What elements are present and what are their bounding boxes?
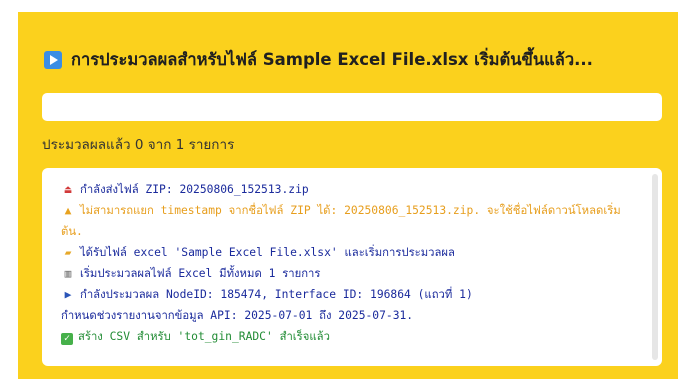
title-text: การประมวลผลสำหรับไฟล์ Sample Excel File.… [71,50,593,69]
log-line: ▶ กำลังประมวลผล NodeID: 185474, Interface… [61,284,640,305]
log-line-text: ไม่สามารถแยก timestamp จากชื่อไฟล์ ZIP ไ… [61,204,621,238]
log-line-text: กำลังส่งไฟล์ ZIP: 20250806_152513.zip [80,183,309,196]
log-line: ▥ เริ่มประมวลผลไฟล์ Excel มีทั้งหมด 1 ราย… [61,263,640,284]
log-output[interactable]: ⏏ กำลังส่งไฟล์ ZIP: 20250806_152513.zip ▲ ไ… [42,168,662,366]
play-icon: ▶ [64,288,72,301]
play-button-icon [44,51,62,69]
bar-chart-icon: ▥ [64,267,72,280]
warning-icon: ▲ [64,204,72,217]
progress-bar [42,93,662,121]
processing-panel: การประมวลผลสำหรับไฟล์ Sample Excel File.… [18,12,678,379]
log-line: ▰ ได้รับไฟล์ excel 'Sample Excel File.xls… [61,242,640,263]
upload-icon: ⏏ [64,183,72,196]
log-line-text: กำหนดช่วงรายงานจากข้อมูล API: 2025-07-01… [61,309,414,322]
log-line: ⏏ กำลังส่งไฟล์ ZIP: 20250806_152513.zip [61,179,640,200]
progress-status-text: ประมวลผลแล้ว 0 จาก 1 รายการ [42,137,235,153]
folder-icon: ▰ [64,246,72,259]
page-title: การประมวลผลสำหรับไฟล์ Sample Excel File.… [44,47,593,73]
check-icon: ✓ [61,333,73,345]
log-line: ▲ ไม่สามารถแยก timestamp จากชื่อไฟล์ ZIP … [61,200,640,242]
log-scrollbar[interactable] [652,174,658,360]
log-lines: ⏏ กำลังส่งไฟล์ ZIP: 20250806_152513.zip ▲ ไ… [42,168,662,347]
log-line-text: เริ่มประมวลผลไฟล์ Excel มีทั้งหมด 1 รายก… [80,267,321,280]
log-line-text: ได้รับไฟล์ excel 'Sample Excel File.xlsx… [80,246,455,259]
log-line: ✓ สร้าง CSV สำหรับ 'tot_gin_RADC' สำเร็จแ… [61,326,640,347]
log-line-text: สร้าง CSV สำหรับ 'tot_gin_RADC' สำเร็จแล… [78,330,330,343]
log-line: กำหนดช่วงรายงานจากข้อมูล API: 2025-07-01… [61,305,640,326]
log-line-text: กำลังประมวลผล NodeID: 185474, Interface … [80,288,473,301]
